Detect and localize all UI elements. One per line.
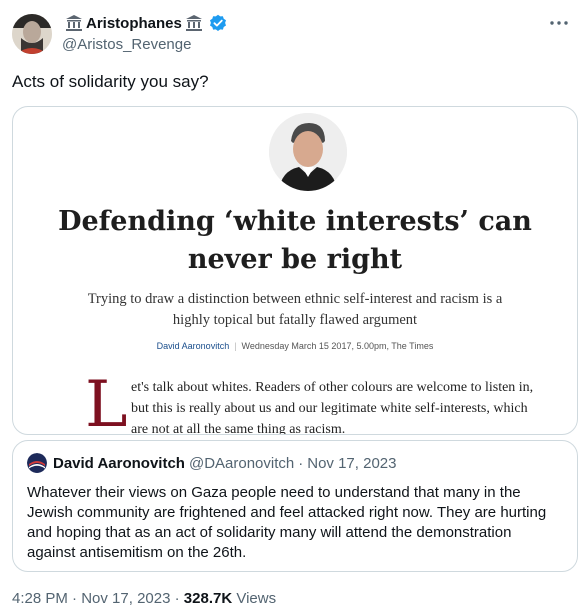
byline-divider: |: [234, 341, 237, 351]
article-headline: Defending ‘white interests’ can never be…: [13, 203, 577, 279]
classical-building-icon: [65, 14, 83, 32]
article-byline: David Aaronovitch | Wednesday March 15 201…: [13, 341, 577, 351]
byline-date: Wednesday March 15 2017, 5.00pm, The Tim…: [241, 341, 434, 351]
tweet-text: Acts of solidarity you say?: [12, 72, 209, 91]
article-body: et's talk about whites. Readers of other…: [131, 377, 551, 435]
tweet-metadata: 4:28 PM · Nov 17, 2023 · 328.7K Views: [12, 590, 276, 607]
article-headline-line: never be right: [187, 244, 403, 275]
meta-separator: ·: [72, 590, 78, 607]
media-image[interactable]: Defending ‘white interests’ can never be…: [12, 106, 578, 435]
article-author-photo: [269, 113, 347, 191]
quoted-tweet[interactable]: David Aaronovitch @DAaronovitch · Nov 17…: [12, 440, 578, 572]
views-count[interactable]: 328.7K: [184, 590, 232, 607]
tweet-time[interactable]: 4:28 PM: [12, 590, 68, 607]
article-headline-line: Defending ‘white interests’ can: [58, 206, 532, 237]
article-body-line: are not at all the same thing as racism.: [131, 422, 346, 435]
quoted-author-name[interactable]: David Aaronovitch: [53, 455, 185, 472]
author-name-row[interactable]: Aristophanes: [62, 14, 227, 32]
views-label: Views: [236, 590, 277, 607]
verified-badge-icon[interactable]: [209, 14, 227, 32]
article-dropcap: L: [85, 368, 128, 435]
quoted-separator: ·: [298, 454, 304, 472]
meta-separator: ·: [174, 590, 180, 607]
quoted-author-avatar[interactable]: [27, 453, 47, 473]
article-body-line: but this is really about us and our legi…: [131, 401, 528, 416]
quoted-author-handle[interactable]: @DAaronovitch: [189, 455, 294, 472]
tweet-date[interactable]: Nov 17, 2023: [81, 590, 170, 607]
more-options-icon[interactable]: [548, 12, 570, 34]
article-standfirst: Trying to draw a distinction between eth…: [87, 291, 503, 328]
classical-building-icon: [185, 14, 203, 32]
author-avatar[interactable]: [12, 14, 52, 54]
author-handle[interactable]: @Aristos_Revenge: [62, 36, 191, 53]
quoted-tweet-text: Whatever their views on Gaza people need…: [27, 484, 547, 561]
article-body-line: et's talk about whites. Readers of other…: [131, 380, 534, 395]
byline-author: David Aaronovitch: [156, 341, 230, 351]
quoted-timestamp[interactable]: Nov 17, 2023: [307, 455, 396, 472]
author-name[interactable]: Aristophanes: [86, 15, 182, 32]
quoted-tweet-header: David Aaronovitch @DAaronovitch · Nov 17…: [27, 453, 396, 473]
